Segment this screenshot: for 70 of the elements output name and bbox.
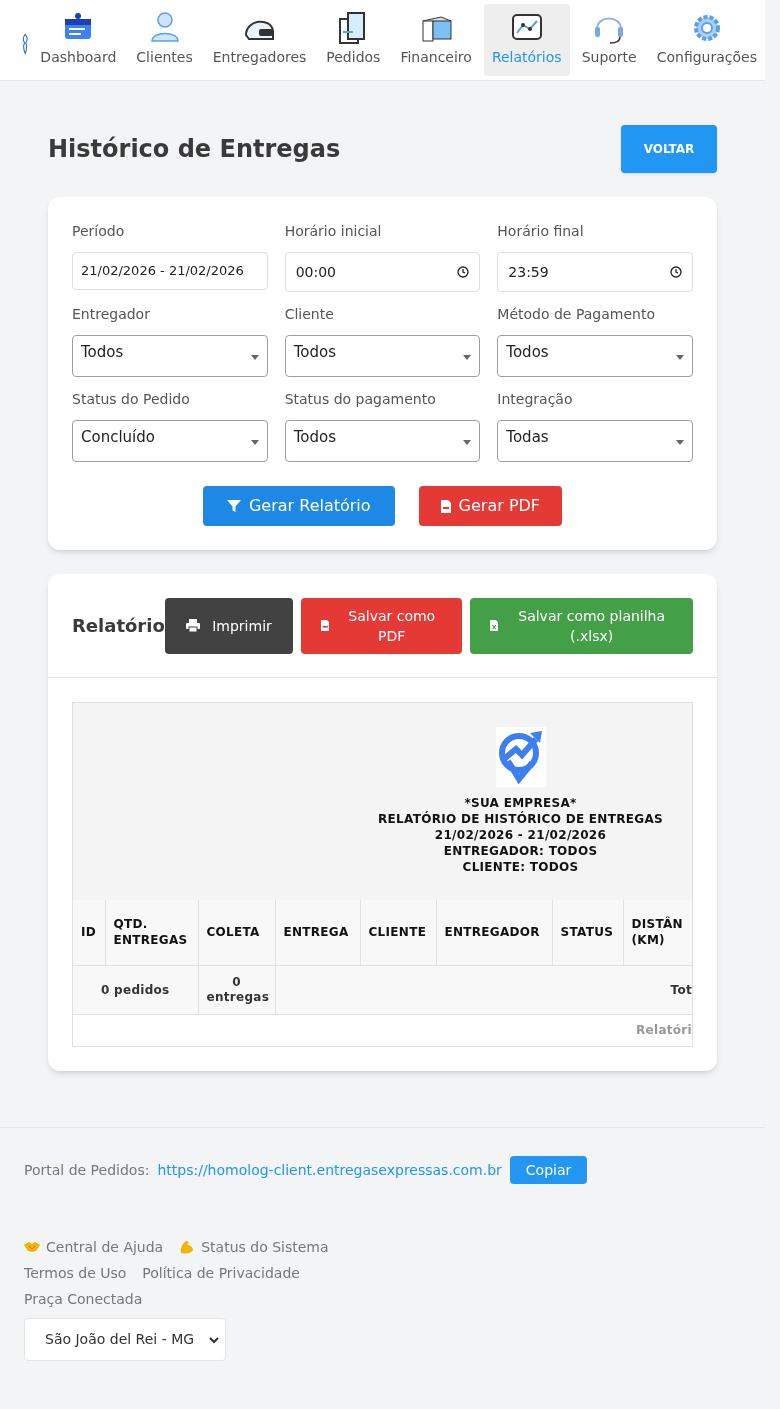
nav-item[interactable]: Pedidos: [318, 4, 389, 76]
filter-icon: [226, 499, 241, 513]
clock-icon: [670, 266, 682, 278]
field-label: Período: [72, 222, 126, 241]
column-header: ID: [81, 925, 97, 940]
pdf-file-icon: [440, 499, 451, 513]
report-header-line: RELATÓRIO DE HISTÓRICO DE ENTREGAS: [378, 811, 663, 827]
table-cell: Tot: [670, 982, 692, 997]
footer-link[interactable]: Status do Sistema: [179, 1236, 329, 1258]
footer-link[interactable]: Termos de Uso: [24, 1262, 127, 1284]
company-logo-icon: [495, 727, 546, 787]
field-label: Status do Pedido: [72, 390, 191, 409]
column-header: DISTÂN (KM): [631, 917, 683, 948]
column-header: ENTREGADOR: [444, 925, 540, 940]
report-footer-text: Relatóri: [636, 1023, 692, 1038]
report-header-line: CLIENTE: TODOS: [462, 859, 579, 875]
field-label: Integração: [497, 390, 574, 409]
generate-report-button[interactable]: Gerar Relatório: [202, 486, 395, 526]
spreadsheet-file-icon: [490, 619, 499, 632]
chevron-down-icon: [209, 1335, 219, 1344]
nav-item[interactable]: Clientes: [128, 4, 201, 76]
nav-item[interactable]: Entregadores: [204, 4, 315, 76]
field-label: Método de Pagamento: [497, 305, 656, 324]
select-field[interactable]: Todas: [497, 420, 693, 462]
pdf-file-icon: [321, 619, 330, 632]
field-label: Status do pagamento: [284, 390, 437, 409]
field-label: Entregador: [72, 305, 151, 324]
column-header: STATUS: [560, 925, 614, 940]
column-header: QTD. ENTREGAS: [113, 917, 188, 948]
field-label: Cliente: [284, 305, 335, 324]
report-header-line: *SUA EMPRESA*: [464, 795, 577, 811]
column-header: CLIENTE: [368, 925, 427, 940]
caret-down-icon: [676, 355, 684, 360]
report-header-line: ENTREGADOR: TODOS: [443, 843, 598, 859]
caret-down-icon: [250, 355, 259, 360]
time-field[interactable]: 00:00: [284, 252, 481, 292]
city-select[interactable]: São João del Rei - MG: [24, 1318, 226, 1361]
nav-item[interactable]: Dashboard: [32, 4, 125, 76]
caret-down-icon: [463, 355, 472, 360]
clock-icon: [457, 266, 470, 278]
report-title: Relatório: [72, 614, 165, 638]
print-button[interactable]: Imprimir: [165, 597, 293, 654]
select-field[interactable]: Todos: [284, 335, 481, 377]
caret-down-icon: [676, 440, 684, 445]
field-label: Horário final: [497, 222, 585, 241]
generate-pdf-button[interactable]: Gerar PDF: [418, 486, 563, 526]
column-header: COLETA: [206, 925, 260, 940]
footer-link[interactable]: Praça Conectada: [24, 1288, 143, 1310]
page-title: Histórico de Entregas: [48, 134, 341, 165]
nav-item[interactable]: Financeiro: [392, 4, 480, 76]
table-cell: 0 entregas: [206, 974, 267, 1005]
date-range-field[interactable]: 21/02/2026 - 21/02/2026: [72, 252, 268, 290]
select-field[interactable]: Todos: [284, 420, 481, 462]
select-field[interactable]: Todos: [497, 335, 693, 377]
printer-icon: [186, 619, 201, 632]
field-label: Horário inicial: [284, 222, 383, 241]
table-cell: 0 pedidos: [100, 982, 170, 997]
select-field[interactable]: Concluído: [72, 420, 268, 462]
footer-link[interactable]: Central de Ajuda: [24, 1236, 164, 1258]
time-field[interactable]: 23:59: [497, 252, 693, 292]
select-field[interactable]: Todos: [72, 335, 268, 377]
nav-item[interactable]: Configurações: [648, 4, 765, 76]
report-header-line: 21/02/2026 - 21/02/2026: [434, 827, 607, 843]
save-pdf-button[interactable]: Salvar como PDF: [301, 597, 462, 654]
footer-link[interactable]: Política de Privacidade: [142, 1262, 300, 1284]
caret-down-icon: [250, 440, 259, 445]
nav-item[interactable]: Suporte: [573, 4, 645, 76]
column-header: ENTREGA: [283, 925, 349, 940]
caret-down-icon: [463, 440, 472, 445]
portal-label: Portal de Pedidos:: [24, 1160, 150, 1180]
